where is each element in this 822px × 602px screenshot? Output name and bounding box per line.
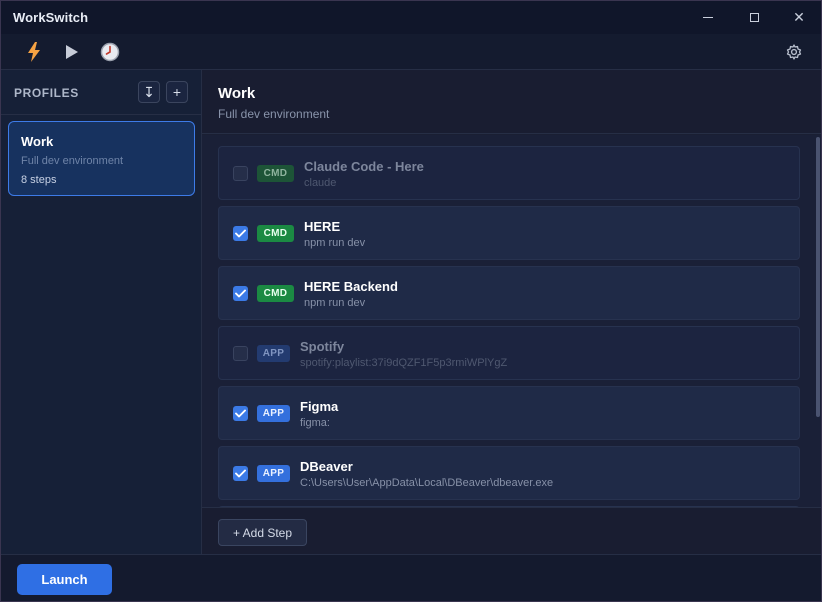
- step-item[interactable]: APP Figma figma:: [218, 386, 800, 440]
- step-name: Figma: [300, 399, 339, 414]
- scroll-thumb[interactable]: [816, 137, 820, 417]
- step-command: figma:: [300, 417, 330, 429]
- bottom-bar: Launch: [1, 554, 821, 601]
- step-name: HERE Backend: [304, 279, 398, 294]
- title-bar[interactable]: WorkSwitch ✕: [1, 1, 821, 34]
- play-icon: [66, 45, 78, 59]
- page-subtitle: Full dev environment: [218, 107, 330, 121]
- close-button[interactable]: ✕: [776, 1, 821, 34]
- import-icon: ↧: [143, 83, 155, 100]
- add-profile-button[interactable]: +: [166, 81, 188, 103]
- steps-list[interactable]: CMD Claude Code - Here claude CMD HERE n…: [202, 135, 821, 507]
- app-title: WorkSwitch: [13, 10, 89, 25]
- step-command: npm run dev: [304, 237, 366, 249]
- checkmark-icon: [235, 229, 246, 238]
- step-checkbox[interactable]: [233, 466, 248, 481]
- add-step-button[interactable]: + Add Step: [218, 519, 307, 546]
- step-name: DBeaver: [300, 459, 353, 474]
- step-type-badge: CMD: [257, 285, 294, 302]
- launch-button[interactable]: Launch: [17, 564, 112, 595]
- gear-icon: [786, 44, 802, 60]
- lightning-icon: [28, 42, 40, 62]
- close-icon: ✕: [793, 9, 805, 25]
- step-checkbox[interactable]: [233, 226, 248, 241]
- history-button[interactable]: [99, 41, 121, 63]
- step-item[interactable]: CMD HERE Backend npm run dev: [218, 266, 800, 320]
- clock-icon: [100, 42, 120, 62]
- step-command: C:\Users\User\AppData\Local\DBeaver\dbea…: [300, 477, 554, 489]
- step-item[interactable]: APP Spotify spotify:playlist:37i9dQZF1F5…: [218, 326, 800, 380]
- sidebar-header: PROFILES ↧ +: [1, 70, 201, 115]
- profile-item-work[interactable]: Work Full dev environment 8 steps: [8, 121, 195, 196]
- profile-name: Work: [21, 134, 54, 149]
- steps-footer: + Add Step: [202, 507, 821, 554]
- profile-description: Full dev environment: [21, 155, 124, 167]
- run-button[interactable]: [61, 41, 83, 63]
- step-type-badge: APP: [257, 405, 290, 422]
- import-profile-button[interactable]: ↧: [138, 81, 160, 103]
- step-name: Spotify: [300, 339, 345, 354]
- step-item[interactable]: APP DBeaver C:\Users\User\AppData\Local\…: [218, 446, 800, 500]
- step-type-badge: APP: [257, 345, 290, 362]
- step-command: npm run dev: [304, 297, 366, 309]
- step-type-badge: CMD: [257, 225, 294, 242]
- sidebar: PROFILES ↧ + Work Full dev environment 8…: [1, 70, 202, 554]
- profile-header: Work Full dev environment: [202, 70, 821, 134]
- step-item[interactable]: CMD HERE npm run dev: [218, 206, 800, 260]
- page-title: Work: [218, 85, 256, 102]
- step-checkbox[interactable]: [233, 286, 248, 301]
- quick-switch-button[interactable]: [23, 41, 45, 63]
- main-panel: Work Full dev environment CMD Claude Cod…: [202, 70, 821, 554]
- maximize-button[interactable]: [731, 1, 777, 34]
- profile-step-count: 8 steps: [21, 174, 57, 186]
- minimize-button[interactable]: [685, 1, 731, 34]
- settings-button[interactable]: [783, 41, 805, 63]
- sidebar-title: PROFILES: [14, 86, 79, 100]
- checkmark-icon: [235, 409, 246, 418]
- step-name: HERE: [304, 219, 341, 234]
- step-checkbox[interactable]: [233, 406, 248, 421]
- minimize-icon: [703, 17, 713, 18]
- plus-icon: +: [172, 84, 182, 100]
- step-type-badge: CMD: [257, 165, 294, 182]
- step-type-badge: APP: [257, 465, 290, 482]
- toolbar: [1, 34, 821, 70]
- step-command: claude: [304, 177, 337, 189]
- step-name: Claude Code - Here: [304, 159, 424, 174]
- step-item[interactable]: CMD Claude Code - Here claude: [218, 146, 800, 200]
- checkmark-icon: [235, 289, 246, 298]
- step-checkbox[interactable]: [233, 346, 248, 361]
- app-window: WorkSwitch ✕ PROFILES ↧ + Work Full dev …: [0, 0, 822, 602]
- checkmark-icon: [235, 469, 246, 478]
- step-command: spotify:playlist:37i9dQZF1F5p3rmiWPlYgZ: [300, 357, 508, 369]
- step-checkbox[interactable]: [233, 166, 248, 181]
- maximize-icon: [749, 13, 759, 22]
- steps-scrollbar[interactable]: [815, 135, 820, 507]
